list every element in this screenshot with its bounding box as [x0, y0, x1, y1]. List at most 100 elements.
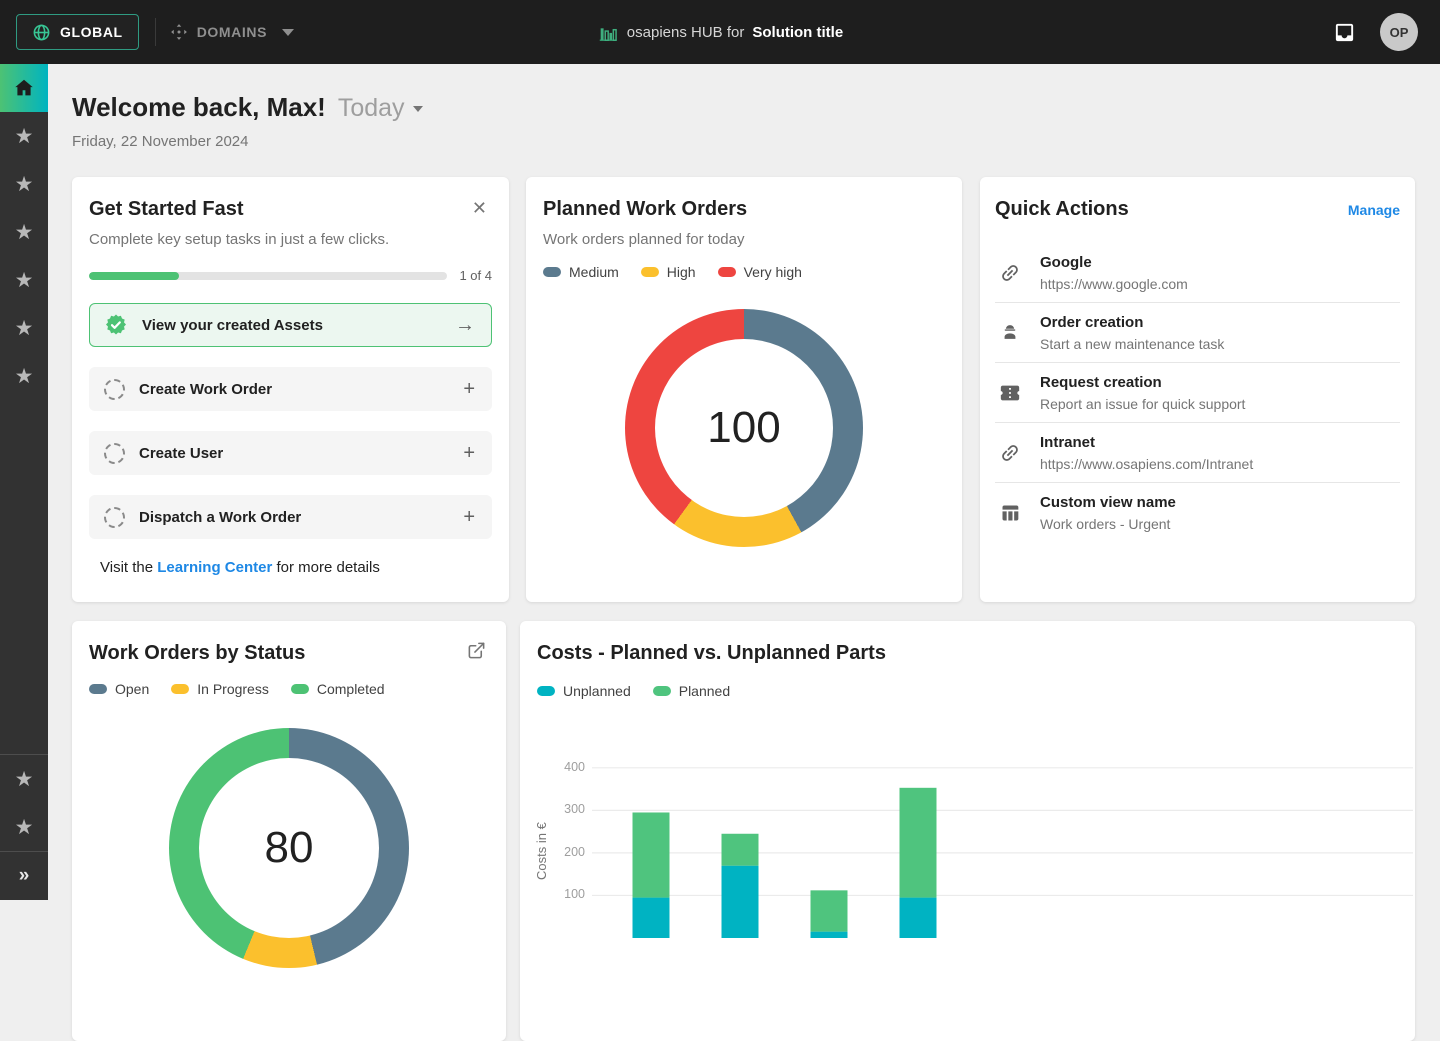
quick-action-item[interactable]: Custom view nameWork orders - Urgent — [995, 483, 1400, 543]
link-icon — [999, 262, 1021, 284]
star-icon: ★ — [15, 817, 34, 838]
chevron-double-right-icon: » — [19, 865, 30, 887]
donut-total: 100 — [625, 309, 863, 547]
legend-swatch — [89, 684, 107, 694]
chart-legend: Medium High Very high — [543, 264, 945, 280]
planned-work-orders-donut-chart: 100 — [625, 309, 863, 547]
costs-bar-chart — [592, 761, 1413, 938]
star-icon: ★ — [15, 126, 34, 147]
card-title: Quick Actions — [995, 198, 1129, 221]
card-title: Work Orders by Status — [89, 642, 489, 665]
star-icon: ★ — [15, 769, 34, 790]
progress-fill — [89, 272, 179, 280]
sidebar-item-favorite[interactable]: ★ — [0, 304, 48, 352]
donut-total: 80 — [169, 728, 409, 968]
legend-label: High — [667, 264, 696, 280]
setup-task-pending[interactable]: Create User+ — [89, 431, 492, 475]
legend-item-open: Open — [89, 681, 149, 697]
home-icon — [13, 77, 35, 99]
globe-icon — [32, 23, 51, 42]
quick-action-name: Custom view name — [1040, 494, 1176, 511]
chart-legend: Open In Progress Completed — [89, 681, 489, 697]
chart-legend: Unplanned Planned — [537, 683, 1398, 699]
chevron-down-icon — [413, 106, 423, 112]
logo-text-prefix: osapiens HUB for — [627, 24, 745, 41]
task-label: Dispatch a Work Order — [139, 509, 463, 526]
plus-icon: + — [463, 378, 475, 401]
sidebar-expand-button[interactable]: » — [0, 852, 48, 900]
card-title: Planned Work Orders — [543, 198, 945, 221]
sidebar-item-favorite[interactable]: ★ — [0, 352, 48, 400]
sidebar-item-favorite[interactable]: ★ — [0, 112, 48, 160]
bar-segment-planned — [900, 788, 937, 898]
y-tick-label: 200 — [535, 845, 585, 859]
engineer-icon — [999, 323, 1021, 343]
legend-label: Very high — [744, 264, 802, 280]
legend-label: In Progress — [197, 681, 269, 697]
legend-item-planned: Planned — [653, 683, 730, 699]
sidebar-item-favorite[interactable]: ★ — [0, 160, 48, 208]
setup-task-pending[interactable]: Create Work Order+ — [89, 367, 492, 411]
legend-item-unplanned: Unplanned — [537, 683, 631, 699]
domains-menu-button[interactable]: DOMAINS — [170, 23, 294, 41]
quick-action-item[interactable]: Intranethttps://www.osapiens.com/Intrane… — [995, 423, 1400, 483]
sidebar-item-favorite[interactable]: ★ — [0, 755, 48, 803]
learning-center-note: Visit the Learning Center for more detai… — [89, 559, 492, 576]
quick-action-name: Request creation — [1040, 374, 1245, 391]
sidebar-item-favorite[interactable]: ★ — [0, 256, 48, 304]
open-in-new-button[interactable] — [467, 641, 486, 660]
link-icon — [999, 442, 1021, 464]
top-bar: GLOBAL DOMAINS osapiens HUB for Solution… — [0, 0, 1440, 64]
period-selector[interactable]: Today — [338, 94, 423, 123]
star-icon: ★ — [15, 174, 34, 195]
chevron-down-icon — [282, 29, 294, 36]
period-label: Today — [338, 94, 405, 123]
star-icon: ★ — [15, 366, 34, 387]
quick-action-item[interactable]: Order creationStart a new maintenance ta… — [995, 303, 1400, 363]
get-started-card: Get Started Fast ✕ Complete key setup ta… — [72, 177, 509, 602]
plus-icon: + — [463, 506, 475, 529]
bar-segment-planned — [722, 834, 759, 866]
sidebar-item-favorite[interactable]: ★ — [0, 803, 48, 851]
quick-action-item[interactable]: Googlehttps://www.google.com — [995, 243, 1400, 303]
logo-solution-title: Solution title — [752, 24, 843, 41]
plus-icon: + — [463, 442, 475, 465]
quick-actions-list: Googlehttps://www.google.comOrder creati… — [995, 243, 1400, 543]
y-tick-label: 400 — [535, 760, 585, 774]
task-label: Create User — [139, 445, 463, 462]
y-tick-label: 100 — [535, 887, 585, 901]
task-label: View your created Assets — [142, 317, 455, 334]
global-scope-button[interactable]: GLOBAL — [16, 14, 139, 50]
pending-circle-icon — [104, 507, 125, 528]
note-suffix: for more details — [272, 559, 380, 576]
y-tick-label: 300 — [535, 802, 585, 816]
inbox-icon — [1333, 21, 1356, 44]
user-avatar[interactable]: OP — [1380, 13, 1418, 51]
setup-task-pending[interactable]: Dispatch a Work Order+ — [89, 495, 492, 539]
manage-link[interactable]: Manage — [1348, 202, 1400, 218]
bar-segment-unplanned — [633, 898, 670, 938]
osapiens-logo-icon — [597, 21, 619, 43]
close-icon[interactable]: ✕ — [472, 199, 487, 217]
bar-segment-unplanned — [722, 866, 759, 938]
domains-label: DOMAINS — [197, 24, 267, 40]
work-orders-status-donut-chart: 80 — [169, 728, 409, 968]
inbox-button[interactable] — [1332, 20, 1356, 44]
legend-item-very-high: Very high — [718, 264, 802, 280]
learning-center-link[interactable]: Learning Center — [157, 559, 272, 576]
sidebar-nav: ★★★★★★★★» — [0, 64, 48, 900]
quick-actions-card: Quick Actions Manage Googlehttps://www.g… — [980, 177, 1415, 602]
star-icon: ★ — [15, 222, 34, 243]
sidebar-item-favorite[interactable]: ★ — [0, 208, 48, 256]
quick-action-item[interactable]: Request creationReport an issue for quic… — [995, 363, 1400, 423]
legend-label: Completed — [317, 681, 385, 697]
note-prefix: Visit the — [100, 559, 157, 576]
global-label: GLOBAL — [60, 24, 123, 40]
legend-label: Planned — [679, 683, 730, 699]
card-subtitle: Complete key setup tasks in just a few c… — [89, 231, 492, 248]
setup-task-completed[interactable]: View your created Assets→ — [89, 303, 492, 347]
task-label: Create Work Order — [139, 381, 463, 398]
bar-segment-planned — [811, 890, 848, 931]
sidebar-item-home[interactable] — [0, 64, 48, 112]
legend-swatch — [291, 684, 309, 694]
